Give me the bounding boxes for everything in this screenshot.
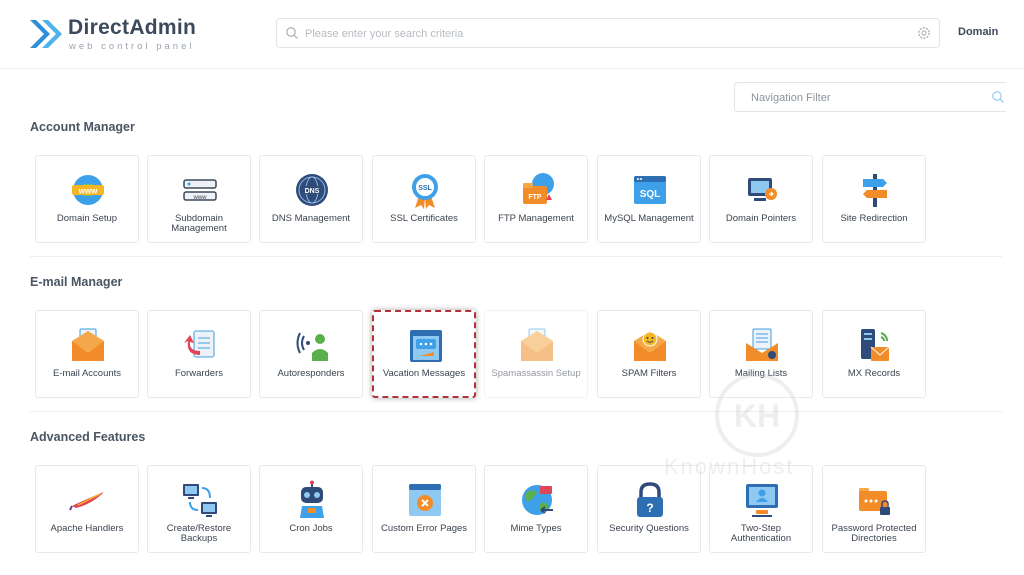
spam-filter-icon — [634, 331, 666, 361]
tile-label: Domain Setup — [56, 213, 118, 224]
tile-label: Security Questions — [609, 523, 689, 534]
tile-vacation-messages[interactable]: Vacation Messages — [372, 310, 476, 398]
tile-domain-pointers[interactable]: Domain Pointers — [709, 155, 813, 243]
forward-arrow-icon — [184, 330, 215, 358]
tile-label: SSL Certificates — [390, 213, 458, 224]
tile-spam-filters[interactable]: SPAM Filters — [597, 310, 701, 398]
apache-feather-icon — [69, 492, 104, 511]
tile-label: Custom Error Pages — [380, 523, 468, 534]
vacation-message-icon — [410, 330, 442, 362]
tile-label: Subdomain Management — [171, 213, 227, 234]
tile-spamassassin-setup[interactable]: Spamassassin Setup — [484, 310, 588, 398]
subdomain-icon: www — [183, 179, 217, 201]
protected-folder-icon — [859, 488, 890, 515]
tile-custom-error-pages[interactable]: Custom Error Pages — [372, 465, 476, 553]
tile-email-accounts[interactable]: E-mail Accounts — [35, 310, 139, 398]
tile-two-step-authentication[interactable]: Two-Step Authentication — [709, 465, 813, 553]
svg-text:SSL: SSL — [418, 185, 432, 192]
section-title-advanced-features: Advanced Features — [30, 430, 146, 444]
signpost-icon — [863, 174, 887, 207]
sql-window-icon: SQL — [634, 176, 666, 204]
error-page-icon — [409, 484, 441, 516]
tile-domain-setup[interactable]: www Domain Setup — [35, 155, 139, 243]
svg-text:SQL: SQL — [640, 189, 661, 200]
section-title-email-manager: E-mail Manager — [30, 275, 123, 289]
tile-password-protected-directories[interactable]: Password Protected Directories — [822, 465, 926, 553]
tile-cron-jobs[interactable]: Cron Jobs — [259, 465, 363, 553]
svg-text:DNS: DNS — [305, 188, 320, 195]
tile-autoresponders[interactable]: Autoresponders — [259, 310, 363, 398]
mailing-list-icon — [746, 328, 778, 361]
search-icon — [286, 27, 298, 39]
backup-icon — [183, 484, 217, 517]
tile-label: Vacation Messages — [382, 368, 466, 379]
section-title-account-manager: Account Manager — [30, 120, 135, 134]
tile-label: Password Protected Directories — [831, 523, 917, 544]
www-globe-icon: www — [72, 175, 104, 205]
tile-ssl-certificates[interactable]: SSL SSL Certificates — [372, 155, 476, 243]
two-step-auth-icon — [746, 484, 778, 517]
tile-label: Spamassassin Setup — [491, 368, 581, 379]
envelope-icon — [72, 328, 104, 361]
tile-subdomain-management[interactable]: www Subdomain Management — [147, 155, 251, 243]
navigation-filter-input[interactable] — [749, 83, 983, 113]
domain-pointer-icon — [748, 178, 777, 201]
brand-title: DirectAdmin — [68, 16, 197, 39]
svg-text:?: ? — [646, 501, 653, 515]
tile-mysql-management[interactable]: SQL MySQL Management — [597, 155, 701, 243]
search-icon[interactable] — [991, 90, 1005, 104]
directadmin-logo-icon — [30, 20, 62, 48]
tile-label: FTP Management — [498, 213, 574, 224]
section-divider — [30, 256, 1002, 257]
tile-label: Apache Handlers — [50, 523, 124, 534]
tile-mx-records[interactable]: MX Records — [822, 310, 926, 398]
brand-subtitle: web control panel — [69, 41, 195, 52]
tile-mailing-lists[interactable]: Mailing Lists — [709, 310, 813, 398]
tile-label: Mailing Lists — [734, 368, 788, 379]
tile-forwarders[interactable]: Forwarders — [147, 310, 251, 398]
tile-label: Forwarders — [174, 368, 224, 379]
dns-globe-icon: DNS — [296, 174, 328, 206]
tile-label: Two-Step Authentication — [730, 523, 792, 544]
tile-ftp-management[interactable]: FTP FTP Management — [484, 155, 588, 243]
gear-icon[interactable] — [917, 26, 931, 40]
tile-label: MX Records — [847, 368, 901, 379]
mx-records-icon — [861, 329, 890, 361]
domain-selector[interactable]: Domain — [958, 26, 998, 38]
tile-security-questions[interactable]: ? Security Questions — [597, 465, 701, 553]
tile-label: Mime Types — [510, 523, 562, 534]
tile-label: SPAM Filters — [621, 368, 677, 379]
tile-label: Site Redirection — [840, 213, 908, 224]
section-divider — [30, 411, 1002, 412]
autoresponder-icon — [296, 332, 328, 361]
mime-types-icon — [522, 485, 553, 515]
tile-mime-types[interactable]: Mime Types — [484, 465, 588, 553]
ftp-folder-icon: FTP — [523, 173, 554, 204]
tile-apache-handlers[interactable]: Apache Handlers — [35, 465, 139, 553]
tile-label: Cron Jobs — [289, 523, 333, 534]
ssl-badge-icon: SSL — [412, 174, 438, 209]
cron-robot-icon — [300, 480, 324, 518]
watermark-initials: KH — [734, 398, 780, 434]
tile-label: DNS Management — [271, 213, 351, 224]
tile-dns-management[interactable]: DNS DNS Management — [259, 155, 363, 243]
tile-site-redirection[interactable]: Site Redirection — [822, 155, 926, 243]
security-lock-icon: ? — [637, 482, 663, 517]
search-input[interactable] — [303, 19, 917, 49]
top-bar: DirectAdmin web control panel Domain — [0, 0, 1024, 69]
tile-label: Domain Pointers — [725, 213, 797, 224]
directadmin-logo[interactable]: DirectAdmin web control panel — [28, 14, 198, 54]
tile-create-restore-backups[interactable]: Create/Restore Backups — [147, 465, 251, 553]
global-search — [276, 18, 940, 49]
tile-label: MySQL Management — [604, 213, 694, 224]
svg-text:www: www — [193, 195, 208, 201]
tile-label: E-mail Accounts — [52, 368, 122, 379]
tile-label: Autoresponders — [277, 368, 345, 379]
tile-label: Create/Restore Backups — [166, 523, 232, 544]
spam-envelope-icon — [521, 328, 553, 361]
navigation-filter — [734, 82, 1006, 113]
svg-text:FTP: FTP — [528, 194, 542, 201]
svg-text:www: www — [78, 187, 98, 196]
